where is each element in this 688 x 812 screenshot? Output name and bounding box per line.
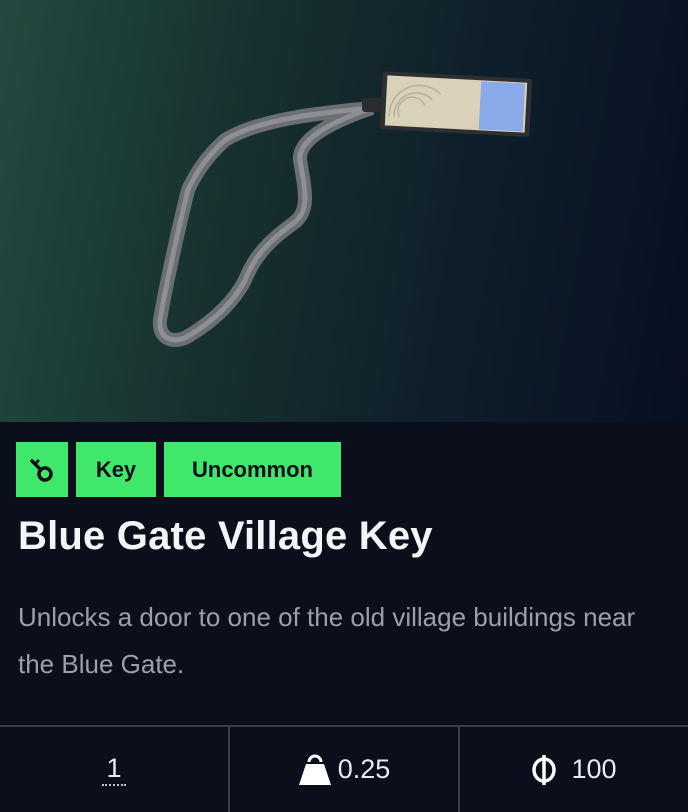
weight-value: 0.25 <box>337 754 391 784</box>
quantity-stat: 1 <box>0 727 228 812</box>
key-icon <box>30 458 53 482</box>
rarity-tag: Uncommon <box>164 442 341 497</box>
quantity-value[interactable]: 1 <box>102 753 126 786</box>
item-name: Blue Gate Village Key <box>18 514 433 558</box>
value-stat: 100 <box>458 727 688 812</box>
coin-icon <box>531 754 557 785</box>
item-image <box>0 0 688 422</box>
item-card: Key Uncommon Blue Gate Village Key Unloc… <box>0 0 688 812</box>
item-stats: 1 0.25 100 <box>0 725 688 812</box>
lanyard-keycard-image <box>152 71 533 347</box>
item-description: Unlocks a door to one of the old village… <box>18 602 636 679</box>
weight-icon <box>298 754 332 786</box>
weight-stat: 0.25 <box>228 727 458 812</box>
item-tags: Key Uncommon <box>16 442 341 497</box>
type-tag: Key <box>76 442 156 497</box>
value-amount: 100 <box>571 754 617 784</box>
category-badge <box>16 442 68 497</box>
